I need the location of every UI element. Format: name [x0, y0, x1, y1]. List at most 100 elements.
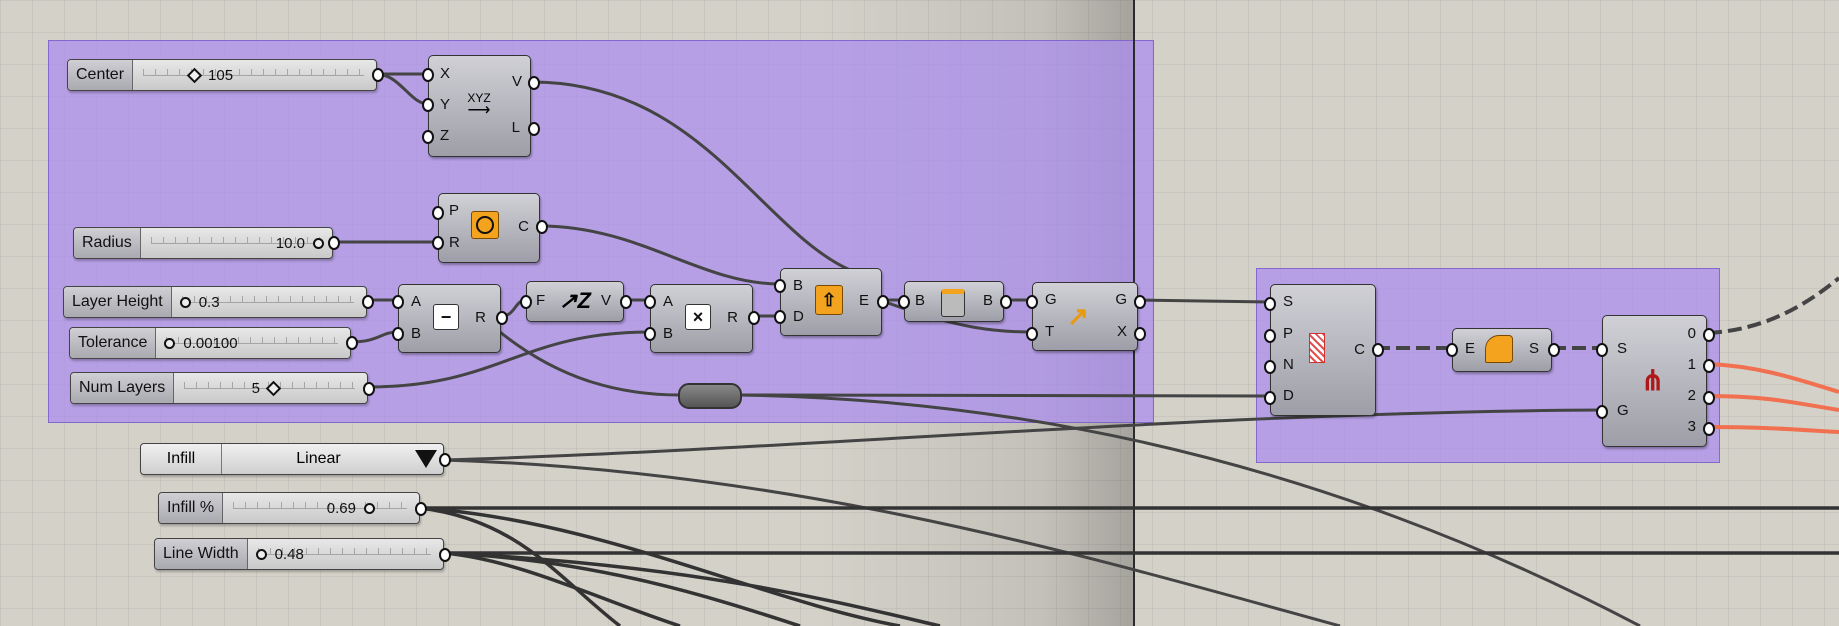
- port[interactable]: [1264, 391, 1276, 405]
- multiply-icon: ×: [685, 304, 711, 330]
- port[interactable]: [1264, 297, 1276, 311]
- contour-component[interactable]: S P N D C: [1270, 284, 1376, 416]
- port[interactable]: [644, 295, 656, 309]
- stream-filter-component[interactable]: S G 0 1 2 3 ⋔: [1602, 315, 1707, 447]
- port[interactable]: [432, 206, 444, 220]
- port[interactable]: [1596, 405, 1608, 419]
- line-width-slider-label: Line Width: [155, 539, 248, 569]
- port[interactable]: [1026, 327, 1038, 341]
- port[interactable]: [1026, 295, 1038, 309]
- tolerance-slider[interactable]: Tolerance 0.00100: [69, 327, 351, 359]
- unit-z-icon: ↗ Z: [559, 288, 591, 313]
- extrude-icon: ⇧: [815, 285, 843, 315]
- output-v-label: V: [511, 73, 522, 90]
- output-c-label: C: [518, 218, 529, 235]
- slider-knob-icon[interactable]: [364, 502, 375, 514]
- port[interactable]: [1548, 343, 1560, 357]
- radius-slider[interactable]: Radius 10.0: [73, 227, 333, 259]
- layer-height-slider[interactable]: Layer Height 0.3: [63, 286, 367, 318]
- port[interactable]: [520, 295, 532, 309]
- grasshopper-canvas[interactable]: Center 105 Radius 10.0 Layer Height 0.3 …: [0, 0, 1839, 626]
- wire-fan-1: [419, 506, 622, 626]
- relay-node[interactable]: [678, 383, 742, 409]
- center-slider[interactable]: Center 105: [67, 59, 377, 91]
- port[interactable]: [1703, 359, 1715, 373]
- port[interactable]: [1703, 422, 1715, 436]
- port[interactable]: [1703, 328, 1715, 342]
- port[interactable]: [536, 220, 548, 234]
- input-d-label: D: [793, 308, 804, 325]
- line-width-slider[interactable]: Line Width 0.48: [154, 538, 444, 570]
- port[interactable]: [432, 236, 444, 250]
- output-b-label: B: [982, 292, 993, 309]
- slider-knob-icon[interactable]: [255, 548, 267, 560]
- port[interactable]: [528, 76, 540, 90]
- center-slider-value: 105: [208, 66, 234, 84]
- input-y-label: Y: [440, 96, 451, 113]
- port[interactable]: [1134, 327, 1146, 341]
- port[interactable]: [644, 327, 656, 341]
- slider-knob-icon[interactable]: [179, 296, 191, 308]
- subtraction-component[interactable]: A B R −: [398, 284, 501, 353]
- input-r-label: R: [449, 234, 460, 251]
- port[interactable]: [1264, 360, 1276, 374]
- port[interactable]: [877, 295, 889, 309]
- construct-point-component[interactable]: X Y Z V L XYZ ⟶: [428, 55, 531, 157]
- multiplication-component[interactable]: A B R ×: [650, 284, 753, 353]
- port[interactable]: [620, 295, 632, 309]
- layer-height-output-port[interactable]: [362, 295, 374, 309]
- port[interactable]: [1000, 295, 1012, 309]
- wire-fan-5: [443, 551, 941, 626]
- infill-dropdown-value: Linear: [296, 450, 341, 467]
- radius-output-port[interactable]: [328, 236, 340, 250]
- port[interactable]: [1264, 329, 1276, 343]
- port[interactable]: [1703, 391, 1715, 405]
- port[interactable]: [392, 295, 404, 309]
- radius-slider-label: Radius: [74, 228, 141, 258]
- extrude-component[interactable]: B D E ⇧: [780, 268, 882, 336]
- output-l-label: L: [511, 119, 520, 136]
- port[interactable]: [422, 130, 434, 144]
- port[interactable]: [422, 68, 434, 82]
- port[interactable]: [1596, 343, 1608, 357]
- line-width-output-port[interactable]: [439, 548, 451, 562]
- input-p-label: P: [449, 202, 460, 219]
- port[interactable]: [496, 311, 508, 325]
- tolerance-output-port[interactable]: [346, 336, 358, 350]
- dropdown-arrow-icon[interactable]: [415, 450, 437, 468]
- input-a-label: A: [663, 293, 674, 310]
- input-z-label: Z: [440, 127, 450, 144]
- port[interactable]: [898, 295, 910, 309]
- port[interactable]: [528, 122, 540, 136]
- port[interactable]: [1446, 343, 1458, 357]
- wire-infill-down: [441, 458, 1341, 626]
- port[interactable]: [774, 279, 786, 293]
- port[interactable]: [1134, 295, 1146, 309]
- num-layers-output-port[interactable]: [363, 382, 375, 396]
- move-component[interactable]: G T G X ↗: [1032, 282, 1138, 351]
- input-s-label: S: [1617, 340, 1628, 357]
- num-layers-slider[interactable]: Num Layers 5: [70, 372, 368, 404]
- boundary-surfaces-component[interactable]: E S: [1452, 328, 1552, 372]
- port[interactable]: [1372, 343, 1384, 357]
- circle-component[interactable]: P R C: [438, 193, 540, 263]
- center-output-port[interactable]: [372, 68, 384, 82]
- output-r-label: R: [475, 309, 486, 326]
- port[interactable]: [392, 327, 404, 341]
- infill-pct-output-port[interactable]: [415, 502, 427, 516]
- input-n-label: N: [1283, 356, 1294, 373]
- slider-knob-icon[interactable]: [164, 337, 176, 349]
- port[interactable]: [748, 311, 760, 325]
- infill-pct-slider-label: Infill %: [159, 493, 224, 523]
- infill-output-port[interactable]: [439, 453, 451, 467]
- cap-holes-component[interactable]: B B: [904, 281, 1004, 322]
- unit-z-component[interactable]: F V ↗ Z: [526, 281, 624, 322]
- port[interactable]: [774, 310, 786, 324]
- wire-filter-out0: [1707, 276, 1839, 335]
- slider-knob-icon[interactable]: [313, 237, 324, 249]
- center-slider-label: Center: [68, 60, 134, 90]
- infill-dropdown[interactable]: Infill Linear: [140, 443, 444, 475]
- infill-pct-slider[interactable]: Infill % 0.69: [158, 492, 420, 524]
- input-e-label: E: [1465, 340, 1476, 357]
- port[interactable]: [422, 98, 434, 112]
